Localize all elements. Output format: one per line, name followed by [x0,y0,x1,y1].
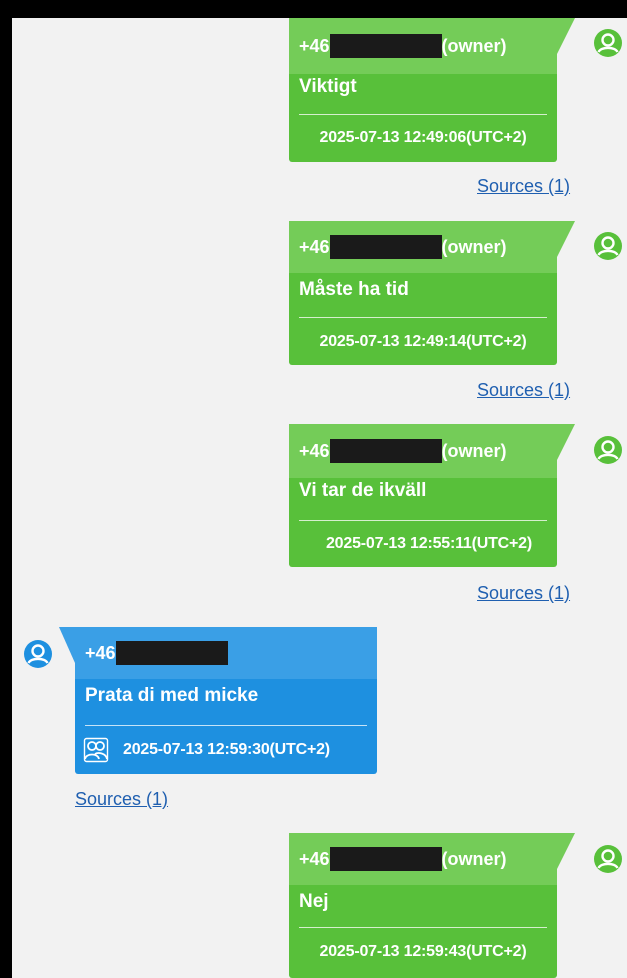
message-bubble-incoming[interactable]: +46 Prata di med micke 2025-07-13 12:59:… [59,627,377,774]
message-timestamp: 2025-07-13 12:49:06(UTC+2) [319,129,527,146]
message-text: Prata di med micke [85,685,259,706]
message-header: +46 [75,627,377,679]
message-text: Måste ha tid [299,279,409,300]
owner-tag: (owner) [441,35,507,56]
message-bubble-outgoing[interactable]: +46 (owner) Nej 2025-07-13 12:59:43(UTC+… [289,833,575,978]
message-header: +46 (owner) [289,833,557,885]
message-bubble-outgoing[interactable]: +46 (owner) Måste ha tid 2025-07-13 12:4… [289,221,575,365]
redacted-number [115,641,228,665]
app-frame: +46 (owner) Viktigt 2025-07-13 12:49:06(… [0,0,627,978]
message-bubble-outgoing[interactable]: +46 (owner) Vi tar de ikväll 2025-07-13 … [289,424,575,567]
sender-number: +46 [299,236,330,257]
user-avatar-icon [594,845,622,873]
redacted-number [329,34,442,58]
message-bubble-outgoing[interactable]: +46 (owner) Viktigt 2025-07-13 12:49:06(… [289,18,575,162]
message-footer: 2025-07-13 12:59:30(UTC+2) [75,726,377,774]
user-avatar-icon [594,232,622,260]
message-header: +46 (owner) [289,221,557,273]
message-timestamp: 2025-07-13 12:55:11(UTC+2) [325,535,533,552]
message-timestamp: 2025-07-13 12:59:43(UTC+2) [319,943,527,960]
owner-tag: (owner) [441,440,507,461]
group-chat-icon [83,737,109,763]
chat-pane: +46 (owner) Viktigt 2025-07-13 12:49:06(… [12,18,627,978]
owner-tag: (owner) [441,848,507,869]
redacted-number [329,439,442,463]
user-avatar-icon [594,436,622,464]
message-header: +46 (owner) [289,424,557,478]
sender-number: +46 [85,642,116,663]
owner-tag: (owner) [441,236,507,257]
message-text: Viktigt [299,76,357,97]
redacted-number [329,235,442,259]
contact-avatar-icon [24,640,52,668]
sender-number: +46 [299,440,330,461]
sources-link[interactable]: Sources (1) [477,380,570,401]
message-timestamp: 2025-07-13 12:59:30(UTC+2) [123,741,330,758]
sender-number: +46 [299,35,330,56]
redacted-number [329,847,442,871]
user-avatar-icon [594,29,622,57]
message-text: Nej [299,891,329,912]
message-text: Vi tar de ikväll [299,480,427,501]
sources-link[interactable]: Sources (1) [477,583,570,604]
message-timestamp: 2025-07-13 12:49:14(UTC+2) [319,332,527,350]
message-header: +46 (owner) [289,18,557,74]
sources-link[interactable]: Sources (1) [477,176,570,197]
sender-number: +46 [299,848,330,869]
sources-link[interactable]: Sources (1) [75,789,168,810]
